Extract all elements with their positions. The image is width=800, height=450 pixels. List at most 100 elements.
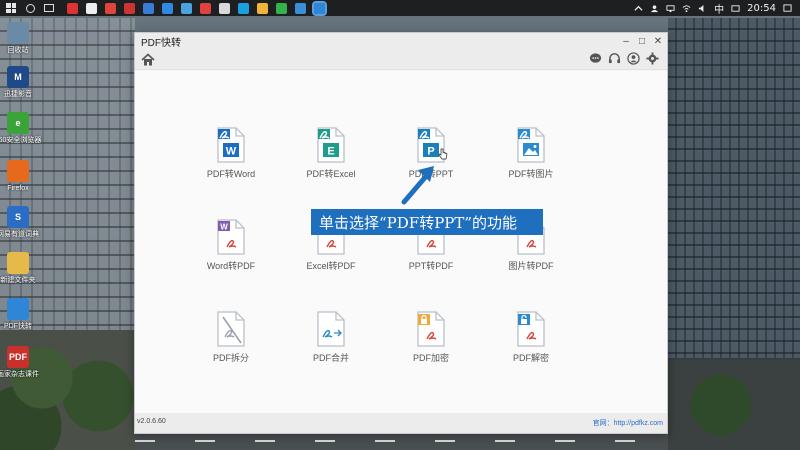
tool-grid: WPDF转WordEPDF转ExcelPPDF转PPTPDF转图片WWord转P… [135,71,667,415]
desktop-icon[interactable]: S 网易有道词典 [0,206,39,239]
volume-icon[interactable] [698,4,707,13]
taskbar-app-icon[interactable] [124,2,135,14]
search-icon [25,3,35,13]
windows-logo-icon [6,3,16,13]
desktop-icon[interactable]: e 360安全浏览器 [0,112,41,145]
desktop-app-icon: e [7,112,29,134]
taskbar-app-icon[interactable] [86,2,97,14]
app-toolbar [135,50,667,70]
tool-pdf-to-excel[interactable]: E PDF转Excel [291,127,371,180]
desktop-app-icon [7,252,29,274]
tool-label: PPT转PDF [408,261,454,271]
tool-pdf-split[interactable]: PDF拆分 [191,311,271,364]
desktop-app-icon: PDF [7,346,29,368]
desktop-icon-label: Firefox [7,185,29,192]
tool-label: PDF拆分 [212,353,249,363]
desktop-icon-label: 新建文件夹 [0,277,36,284]
svg-text:E: E [327,146,334,158]
user-account-icon[interactable] [627,52,640,65]
window-titlebar[interactable]: PDF快转 – □ ✕ [135,33,667,50]
unlock-file-icon [517,311,545,347]
tool-pdf-merge[interactable]: PDF合并 [291,311,371,364]
tool-label: PDF合并 [312,353,349,363]
people-icon[interactable] [650,4,659,13]
taskbar-app-icon[interactable] [67,2,78,14]
website-link[interactable]: 官网：http://pdfkz.com [593,418,663,428]
desktop-icon-label: 网易有道词典 [0,231,39,238]
pdf-file-icon [517,127,545,163]
svg-text:P: P [427,146,434,158]
task-view-icon [44,4,54,12]
mouse-pointer-icon [438,148,448,160]
pdf-file-icon [217,311,245,347]
system-tray: 中 20:54 [634,0,800,16]
road [135,432,668,450]
input-method-icon[interactable] [731,4,740,13]
settings-gear-icon[interactable] [646,52,659,65]
tool-label: PDF转Word [206,169,256,179]
taskbar-app-icon[interactable] [276,2,287,14]
pdf-file-icon: E [317,127,345,163]
headset-icon[interactable] [608,52,621,65]
tool-label: 图片转PDF [508,261,554,271]
clock[interactable]: 20:54 [747,3,776,14]
trees-right [668,360,800,450]
wifi-icon[interactable] [682,4,691,13]
desktop-icon-label: PDF快转 [4,323,32,330]
window-title: PDF快转 [141,38,181,49]
network-icon[interactable] [666,4,675,13]
maximize-button[interactable]: □ [637,36,647,47]
tool-word-to-pdf[interactable]: W Word转PDF [191,219,271,272]
desktop-icon-label: 画家杂志课件 [0,371,39,378]
start-button[interactable] [3,1,19,15]
lock-file-icon [417,311,445,347]
pdf-file-icon: W [217,127,245,163]
desktop-icon[interactable]: M 迅捷影音 [0,66,36,99]
desktop-icon-label: 迅捷影音 [4,91,32,98]
home-icon[interactable] [141,53,155,67]
minimize-button[interactable]: – [621,36,631,47]
desktop-app-icon [7,160,29,182]
tool-pdf-to-word[interactable]: W PDF转Word [191,127,271,180]
taskbar-app-icon[interactable] [200,2,211,14]
ime-indicator[interactable]: 中 [714,1,724,16]
desktop-icon[interactable]: 回收站 [0,22,36,55]
taskbar-app-icon[interactable] [105,2,116,14]
desktop-icon-label: 回收站 [7,47,29,54]
tool-pdf-to-image[interactable]: PDF转图片 [491,127,571,180]
taskbar-app-icon[interactable] [181,2,192,14]
desktop-icon[interactable]: 新建文件夹 [0,252,36,285]
pdf-file-icon [317,311,345,347]
notification-icon[interactable] [783,3,792,13]
taskbar-app-pdfkz-active[interactable] [312,0,327,16]
toolbar-actions [589,52,659,65]
taskbar-app-icon[interactable] [219,2,230,14]
search-button[interactable] [22,1,38,15]
tool-pdf-encrypt[interactable]: PDF加密 [391,311,471,364]
taskbar: 中 20:54 [0,0,800,16]
desktop-app-icon: S [7,206,29,228]
window-controls: – □ ✕ [621,33,663,50]
taskbar-app-icon[interactable] [295,2,306,14]
taskbar-app-icon[interactable] [143,2,154,14]
desktop-app-icon [7,298,29,320]
task-view-button[interactable] [41,1,57,15]
desktop-icon[interactable]: PDF快转 [0,298,36,331]
desktop-icon[interactable]: PDF 画家杂志课件 [0,346,39,379]
tutorial-arrow-icon [401,166,434,205]
svg-text:W: W [220,223,228,232]
close-button[interactable]: ✕ [653,36,663,47]
chat-icon[interactable] [589,52,602,65]
taskbar-app-icon[interactable] [238,2,249,14]
chevron-up-icon[interactable] [634,4,643,13]
desktop-icon-label: 360安全浏览器 [0,137,42,144]
tutorial-callout: 单击选择“PDF转PPT”的功能 [311,209,543,235]
taskbar-app-icon[interactable] [162,2,173,14]
taskbar-app-icon[interactable] [257,2,268,14]
desktop-icon[interactable]: Firefox [0,160,36,193]
pdf-file-icon: W [217,219,245,255]
desktop-app-icon: M [7,66,29,88]
tool-label: PDF加密 [412,353,449,363]
tool-pdf-decrypt[interactable]: PDF解密 [491,311,571,364]
tool-label: PDF转图片 [508,169,554,179]
